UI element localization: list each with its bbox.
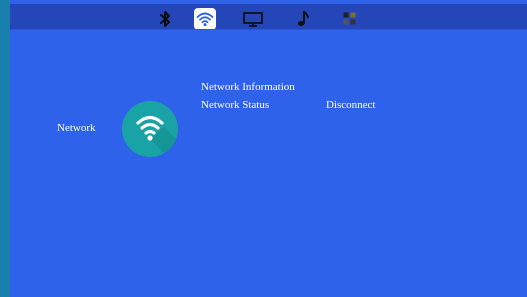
wifi-icon — [136, 115, 178, 157]
network-status-value: Disconnect — [326, 99, 376, 111]
network-label: Network — [57, 122, 96, 134]
settings-screen — [10, 0, 527, 297]
tab-bluetooth[interactable] — [154, 8, 176, 30]
top-tab-bar — [10, 4, 527, 30]
tab-apps[interactable] — [339, 8, 361, 30]
tab-wifi[interactable] — [194, 8, 216, 30]
monitor-icon — [243, 12, 263, 27]
tab-audio[interactable] — [292, 8, 314, 30]
apps-grid-icon — [343, 12, 356, 25]
network-information-title: Network Information — [201, 81, 295, 93]
wifi-icon — [196, 12, 214, 27]
network-wifi-button[interactable] — [122, 101, 178, 157]
music-note-icon — [297, 11, 309, 26]
tab-display[interactable] — [242, 8, 264, 30]
bluetooth-icon — [160, 11, 170, 27]
network-status-label: Network Status — [201, 99, 270, 111]
topbar-divider — [10, 29, 527, 30]
